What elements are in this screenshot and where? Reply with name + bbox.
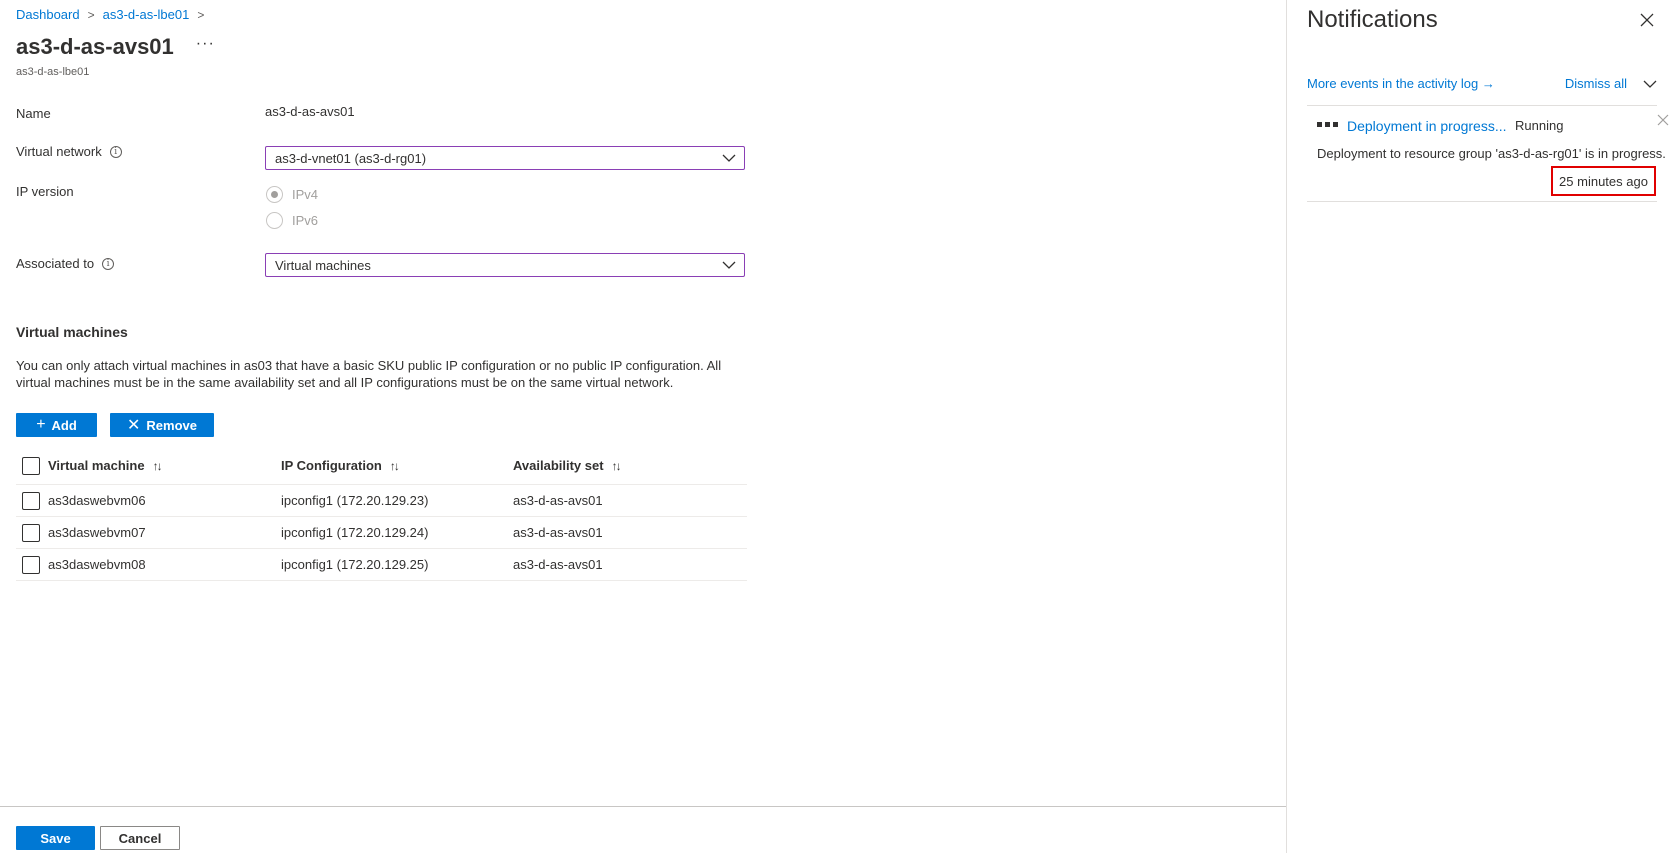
vnet-dropdown[interactable]: as3-d-vnet01 (as3-d-rg01) xyxy=(265,146,745,170)
notification-divider xyxy=(1307,105,1657,106)
close-icon[interactable] xyxy=(1639,12,1655,28)
chevron-down-icon[interactable] xyxy=(1643,77,1657,91)
notifications-title: Notifications xyxy=(1307,6,1438,33)
deployment-link[interactable]: Deployment in progress... xyxy=(1347,118,1507,134)
table-row[interactable]: as3daswebvm06 ipconfig1 (172.20.129.23) … xyxy=(16,485,747,517)
notification-description: Deployment to resource group 'as3-d-as-r… xyxy=(1317,146,1666,161)
info-icon[interactable]: i xyxy=(102,257,115,270)
column-header-vm[interactable]: Virtual machine ↑↓ xyxy=(48,458,281,473)
table-row[interactable]: as3daswebvm07 ipconfig1 (172.20.129.24) … xyxy=(16,517,747,549)
chevron-down-icon xyxy=(722,154,736,162)
main-pane: Dashboard > as3-d-as-lbe01 > as3-d-as-av… xyxy=(0,0,1286,853)
radio-circle-checked xyxy=(266,186,283,203)
cell-vm: as3daswebvm08 xyxy=(48,557,146,572)
info-icon[interactable]: i xyxy=(109,145,122,158)
table-row[interactable]: as3daswebvm08 ipconfig1 (172.20.129.25) … xyxy=(16,549,747,581)
radio-ipv6-label: IPv6 xyxy=(292,213,319,228)
cancel-button-label: Cancel xyxy=(118,830,162,846)
column-header-ip-label: IP Configuration xyxy=(281,458,382,473)
activity-log-link[interactable]: More events in the activity log → xyxy=(1307,76,1495,91)
row-check-cell xyxy=(16,555,48,574)
cell-avset: as3-d-as-avs01 xyxy=(513,525,603,540)
associated-label: Associated to i xyxy=(16,256,115,271)
cancel-button[interactable]: Cancel xyxy=(100,826,180,850)
radio-ipv4-label: IPv4 xyxy=(292,187,319,202)
save-button[interactable]: Save xyxy=(16,826,95,850)
vnet-label: Virtual network i xyxy=(16,144,122,159)
cell-vm: as3daswebvm07 xyxy=(48,525,146,540)
more-options-button[interactable]: ··· xyxy=(196,35,215,53)
cell-avset: as3-d-as-avs01 xyxy=(513,557,603,572)
radio-ipv6[interactable]: IPv6 xyxy=(266,212,318,229)
name-label-text: Name xyxy=(16,106,51,121)
status-text: Running xyxy=(1515,118,1564,133)
sort-icon[interactable]: ↑↓ xyxy=(153,459,163,473)
breadcrumb-dashboard[interactable]: Dashboard xyxy=(16,7,80,22)
sort-icon[interactable]: ↑↓ xyxy=(390,459,400,473)
dismiss-all-button[interactable]: Dismiss all xyxy=(1565,76,1627,91)
add-button[interactable]: + Add xyxy=(16,413,97,437)
select-all-cell xyxy=(16,456,48,475)
breadcrumb: Dashboard > as3-d-as-lbe01 > xyxy=(16,7,212,22)
row-checkbox[interactable] xyxy=(22,555,40,574)
vnet-dropdown-value: as3-d-vnet01 (as3-d-rg01) xyxy=(275,150,427,166)
notification-timestamp: 25 minutes ago xyxy=(1551,166,1656,196)
breadcrumb-load-balancer[interactable]: as3-d-as-lbe01 xyxy=(103,7,190,22)
cell-avset: as3-d-as-avs01 xyxy=(513,493,603,508)
row-check-cell xyxy=(16,491,48,510)
notification-divider xyxy=(1307,201,1657,202)
associated-dropdown-value: Virtual machines xyxy=(275,257,371,273)
column-header-avset[interactable]: Availability set ↑↓ xyxy=(513,458,747,473)
chevron-down-icon xyxy=(722,261,736,269)
row-check-cell xyxy=(16,523,48,542)
add-button-label: Add xyxy=(51,417,77,433)
column-header-ip[interactable]: IP Configuration ↑↓ xyxy=(281,458,513,473)
page-subtitle: as3-d-as-lbe01 xyxy=(16,66,90,78)
notifications-panel: Notifications More events in the activit… xyxy=(1286,0,1673,853)
row-checkbox[interactable] xyxy=(22,491,40,510)
breadcrumb-separator-icon: > xyxy=(197,7,205,22)
ip-version-label: IP version xyxy=(16,184,74,199)
progress-dots-icon xyxy=(1317,122,1338,127)
row-checkbox[interactable] xyxy=(22,523,40,542)
cell-ip: ipconfig1 (172.20.129.23) xyxy=(281,493,429,508)
radio-ipv4[interactable]: IPv4 xyxy=(266,186,318,203)
column-header-avset-label: Availability set xyxy=(513,458,604,473)
ip-version-label-text: IP version xyxy=(16,184,74,199)
cell-ip: ipconfig1 (172.20.129.25) xyxy=(281,557,429,572)
cell-ip: ipconfig1 (172.20.129.24) xyxy=(281,525,429,540)
save-button-label: Save xyxy=(40,830,71,846)
close-icon: ✕ xyxy=(127,417,141,434)
section-description: You can only attach virtual machines in … xyxy=(16,358,722,390)
name-label: Name xyxy=(16,106,51,121)
page-title: as3-d-as-avs01 xyxy=(16,34,174,59)
cell-vm: as3daswebvm06 xyxy=(48,493,146,508)
title-row: as3-d-as-avs01 ··· xyxy=(16,34,215,60)
remove-button-label: Remove xyxy=(146,417,197,433)
breadcrumb-separator-icon: > xyxy=(87,7,95,22)
column-header-vm-label: Virtual machine xyxy=(48,458,145,473)
name-value: as3-d-as-avs01 xyxy=(265,104,355,119)
select-all-checkbox[interactable] xyxy=(22,456,40,475)
section-title: Virtual machines xyxy=(16,324,128,340)
close-icon[interactable] xyxy=(1657,114,1669,126)
table-header: Virtual machine ↑↓ IP Configuration ↑↓ Ava… xyxy=(16,447,747,485)
associated-label-text: Associated to xyxy=(16,256,95,271)
radio-circle xyxy=(266,212,283,229)
vm-table: Virtual machine ↑↓ IP Configuration ↑↓ Ava… xyxy=(16,447,747,581)
plus-icon: + xyxy=(36,416,46,433)
notification-time-text: 25 minutes ago xyxy=(1559,173,1648,189)
vnet-label-text: Virtual network xyxy=(16,144,102,159)
footer-divider xyxy=(0,806,1286,807)
sort-icon[interactable]: ↑↓ xyxy=(612,459,622,473)
associated-dropdown[interactable]: Virtual machines xyxy=(265,253,745,277)
remove-button[interactable]: ✕ Remove xyxy=(110,413,214,437)
